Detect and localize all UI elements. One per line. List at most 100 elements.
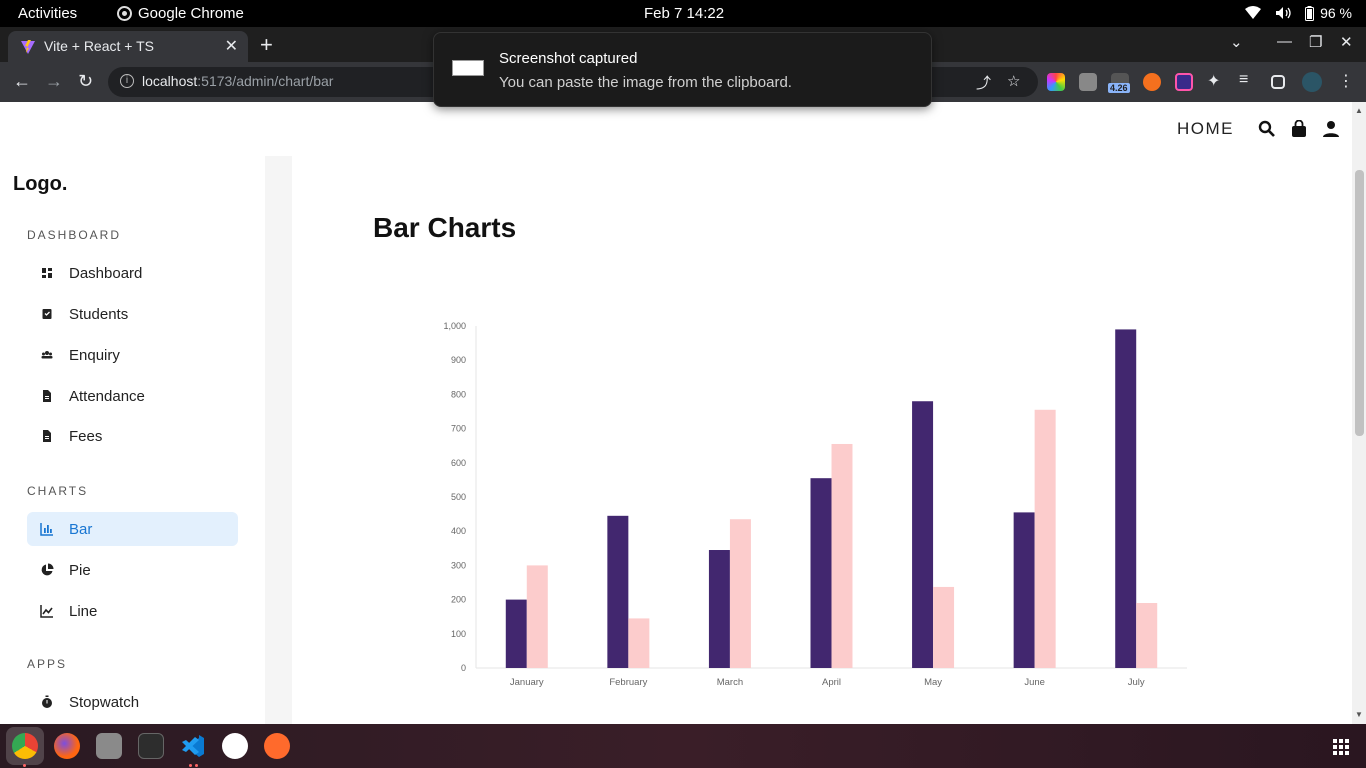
- app-name: Google Chrome: [138, 5, 244, 22]
- page-scrollbar[interactable]: ▲ ▼: [1352, 102, 1366, 724]
- share-icon[interactable]: ⤴: [976, 72, 991, 93]
- sidebar-item-fees[interactable]: Fees: [27, 419, 238, 453]
- battery-level: 96 %: [1320, 5, 1352, 21]
- orange-extension-icon[interactable]: [1143, 73, 1161, 91]
- bar-june-series-2: [1034, 409, 1056, 668]
- vscode-dock-icon[interactable]: [180, 733, 206, 759]
- url-text[interactable]: localhost:5173/admin/chart/bar: [142, 73, 333, 89]
- y-tick-label: 800: [451, 389, 466, 399]
- chrome-icon: [117, 6, 132, 21]
- sidebar-divider: [265, 156, 292, 724]
- enquiry-icon: [41, 351, 53, 359]
- section-title-apps: APPS: [27, 657, 68, 671]
- back-icon[interactable]: ←: [13, 71, 31, 92]
- media-queue-icon[interactable]: ≡: [1239, 71, 1257, 89]
- app-menu[interactable]: Google Chrome: [117, 5, 244, 22]
- bar-july-series-2: [1136, 603, 1158, 668]
- x-tick-label: May: [924, 677, 942, 688]
- new-tab-icon[interactable]: +: [260, 32, 273, 58]
- search-icon[interactable]: [1258, 120, 1276, 138]
- restore-icon[interactable]: ❐: [1309, 33, 1322, 51]
- bar-chart-icon: [40, 523, 53, 536]
- url-host: localhost: [142, 73, 198, 89]
- notification-body: You can paste the image from the clipboa…: [499, 74, 792, 91]
- sidebar-item-stopwatch[interactable]: Stopwatch: [27, 685, 238, 719]
- sidebar-item-pie[interactable]: Pie: [27, 553, 238, 587]
- scroll-up-icon[interactable]: ▲: [1355, 106, 1363, 115]
- sidebar-item-label: Pie: [69, 561, 91, 579]
- side-panel-icon[interactable]: [1271, 75, 1285, 89]
- bar-february-series-2: [628, 618, 650, 668]
- browser-tab[interactable]: Vite + React + TS ✕: [8, 31, 248, 62]
- bar-july-series-1: [1115, 329, 1137, 668]
- scrollbar-thumb[interactable]: [1355, 170, 1364, 436]
- terminal-dock-icon[interactable]: [138, 733, 164, 759]
- files-dock-icon[interactable]: [96, 733, 122, 759]
- sidebar-item-bar[interactable]: Bar: [27, 512, 238, 546]
- bar-chart: 0 100 200 300 400 500 600 700 800 900 1,000 January…: [443, 321, 1187, 688]
- extensions-puzzle-icon[interactable]: ✦: [1207, 71, 1225, 90]
- sidebar-item-enquiry[interactable]: Enquiry: [27, 338, 238, 372]
- screenshot-notification[interactable]: Screenshot captured You can paste the im…: [433, 32, 932, 107]
- reload-icon[interactable]: ↻: [78, 71, 93, 92]
- sidebar-item-label: Attendance: [69, 387, 145, 405]
- activities-button[interactable]: Activities: [18, 5, 77, 22]
- taskbar-dock: [0, 724, 1366, 768]
- sidebar-item-dashboard[interactable]: Dashboard: [27, 256, 238, 290]
- y-tick-label: 700: [451, 424, 466, 434]
- user-icon[interactable]: [1322, 120, 1340, 138]
- header-nav: HOME: [1177, 119, 1340, 139]
- minimize-icon[interactable]: —: [1277, 33, 1292, 50]
- color-picker-extension-icon[interactable]: [1047, 73, 1065, 91]
- sidebar-item-students[interactable]: Students: [27, 297, 238, 331]
- screenshot-thumbnail: [452, 60, 484, 76]
- shopping-bag-icon[interactable]: [1290, 120, 1308, 138]
- react-devtools-icon[interactable]: [1175, 73, 1193, 91]
- running-indicator: [189, 764, 192, 767]
- clock[interactable]: Feb 7 14:22: [644, 5, 724, 22]
- pie-chart-icon: [41, 563, 54, 576]
- stopwatch-icon: [42, 695, 52, 708]
- site-info-icon[interactable]: i: [120, 74, 134, 88]
- bar-february-series-1: [607, 515, 629, 668]
- profile-avatar[interactable]: [1302, 72, 1322, 92]
- system-tray[interactable]: 96 %: [1245, 5, 1352, 21]
- sidebar-item-label: Stopwatch: [69, 693, 140, 711]
- y-tick-label: 200: [451, 595, 466, 605]
- tab-search-icon[interactable]: ⌄: [1230, 33, 1243, 51]
- show-apps-icon[interactable]: [1333, 739, 1349, 755]
- sidebar-item-label: Fees: [69, 427, 103, 445]
- page-title: Bar Charts: [373, 212, 517, 243]
- notification-title: Screenshot captured: [499, 50, 638, 67]
- x-tick-label: April: [822, 677, 841, 688]
- forward-icon[interactable]: →: [45, 71, 63, 92]
- bar-june-series-1: [1013, 512, 1035, 668]
- home-link[interactable]: HOME: [1177, 119, 1234, 139]
- running-indicator: [195, 764, 198, 767]
- wifi-icon: [1245, 6, 1262, 19]
- window-close-icon[interactable]: ✕: [1340, 33, 1353, 51]
- camera-extension-icon[interactable]: [1079, 73, 1097, 91]
- chrome-menu-icon[interactable]: ⋮: [1338, 71, 1354, 91]
- sidebar-item-label: Line: [69, 602, 98, 620]
- x-tick-label: January: [510, 677, 544, 688]
- sidebar-item-label: Dashboard: [69, 264, 143, 282]
- bar-march-series-2: [729, 519, 751, 668]
- firefox-dock-icon[interactable]: [54, 733, 80, 759]
- bar-may-series-1: [912, 401, 934, 668]
- bar-january-series-2: [526, 565, 548, 668]
- x-tick-label: February: [609, 677, 647, 688]
- chrome-dock-icon[interactable]: [12, 733, 38, 759]
- logo[interactable]: Logo.: [13, 173, 67, 196]
- sidebar-item-line[interactable]: Line: [27, 594, 238, 628]
- scroll-down-icon[interactable]: ▼: [1355, 710, 1363, 719]
- y-tick-label: 100: [451, 629, 466, 639]
- bookmark-star-icon[interactable]: ☆: [1007, 72, 1020, 90]
- postman-dock-icon[interactable]: [264, 733, 290, 759]
- system-top-bar: Activities Google Chrome Feb 7 14:22 96 …: [0, 0, 1366, 27]
- y-tick-label: 1,000: [443, 321, 466, 331]
- tab-close-icon[interactable]: ✕: [225, 36, 238, 56]
- line-chart-icon: [40, 605, 53, 618]
- mongodb-compass-dock-icon[interactable]: [222, 733, 248, 759]
- sidebar-item-attendance[interactable]: Attendance: [27, 379, 238, 413]
